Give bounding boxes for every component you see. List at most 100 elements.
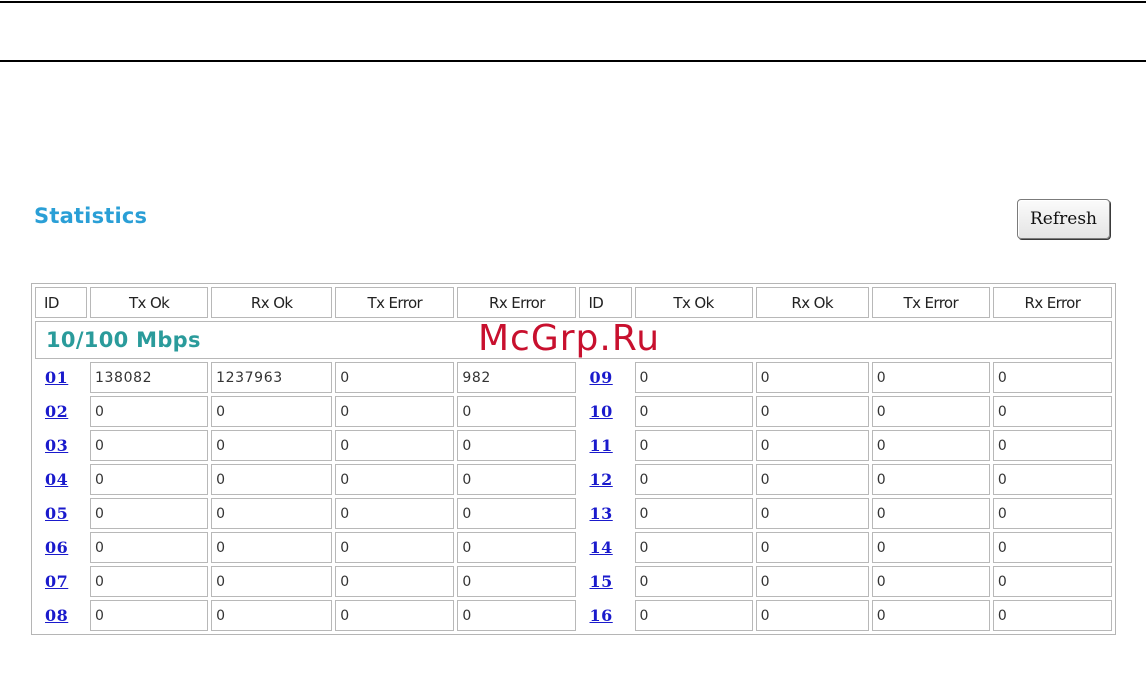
rx-error-cell: 0 <box>457 532 577 563</box>
rx-ok-cell: 0 <box>755 362 869 393</box>
rx-error-cell: 0 <box>992 362 1112 393</box>
tx-ok-cell: 0 <box>90 396 209 427</box>
port-link[interactable]: 16 <box>589 606 612 625</box>
port-link[interactable]: 06 <box>45 538 68 557</box>
port-link[interactable]: 01 <box>45 368 68 387</box>
port-link[interactable]: 02 <box>45 402 68 421</box>
rx-ok-cell: 0 <box>211 396 333 427</box>
rx-ok-cell: 1237963 <box>211 362 333 393</box>
rx-error-cell: 0 <box>992 532 1112 563</box>
rx-error-cell: 0 <box>992 396 1112 427</box>
rx-error-cell: 0 <box>992 430 1112 461</box>
rx-ok-cell: 0 <box>755 532 869 563</box>
column-header-rx-error: Rx Error <box>457 287 577 318</box>
rx-error-cell: 0 <box>457 396 577 427</box>
tx-error-cell: 0 <box>871 498 990 529</box>
tx-error-cell: 0 <box>335 430 455 461</box>
rx-error-cell: 0 <box>992 498 1112 529</box>
rx-ok-cell: 0 <box>211 532 333 563</box>
tx-error-cell: 0 <box>335 498 455 529</box>
rx-error-cell: 0 <box>457 566 577 597</box>
tx-ok-cell: 0 <box>634 498 753 529</box>
header-divider <box>0 60 1146 62</box>
column-header-tx-error: Tx Error <box>335 287 455 318</box>
port-id-cell: 05 <box>35 498 87 529</box>
port-link[interactable]: 07 <box>45 572 68 591</box>
tx-ok-cell: 0 <box>90 600 209 631</box>
rx-ok-cell: 0 <box>755 498 869 529</box>
tx-error-cell: 0 <box>871 600 990 631</box>
tx-error-cell: 0 <box>335 464 455 495</box>
tx-ok-cell: 0 <box>90 498 209 529</box>
table-header-row: ID Tx Ok Rx Ok Tx Error Rx Error ID Tx O… <box>35 287 1112 318</box>
port-link[interactable]: 03 <box>45 436 68 455</box>
rx-error-cell: 0 <box>457 600 577 631</box>
table-row: 02 0 0 0 0 10 0 0 0 0 <box>35 396 1112 427</box>
rx-ok-cell: 0 <box>755 600 869 631</box>
rx-ok-cell: 0 <box>755 396 869 427</box>
table-row: 04 0 0 0 0 12 0 0 0 0 <box>35 464 1112 495</box>
tx-ok-cell: 0 <box>90 532 209 563</box>
column-header-rx-ok: Rx Ok <box>211 287 333 318</box>
page-title: Statistics <box>34 204 148 228</box>
table-row: 03 0 0 0 0 11 0 0 0 0 <box>35 430 1112 461</box>
port-link[interactable]: 11 <box>589 436 612 455</box>
tx-error-cell: 0 <box>871 464 990 495</box>
column-header-rx-error: Rx Error <box>992 287 1112 318</box>
port-link[interactable]: 09 <box>589 368 612 387</box>
column-header-id: ID <box>579 287 632 318</box>
column-header-tx-ok: Tx Ok <box>90 287 209 318</box>
port-id-cell: 13 <box>579 498 631 529</box>
rx-error-cell: 0 <box>457 430 577 461</box>
port-id-cell: 02 <box>35 396 87 427</box>
port-id-cell: 09 <box>579 362 631 393</box>
tx-ok-cell: 0 <box>634 532 753 563</box>
tx-error-cell: 0 <box>335 566 455 597</box>
tx-ok-cell: 0 <box>634 430 753 461</box>
rx-ok-cell: 0 <box>755 464 869 495</box>
tx-error-cell: 0 <box>335 362 455 393</box>
port-id-cell: 11 <box>579 430 631 461</box>
refresh-button[interactable]: Refresh <box>1017 199 1110 239</box>
port-link[interactable]: 04 <box>45 470 68 489</box>
rx-error-cell: 982 <box>457 362 577 393</box>
port-link[interactable]: 08 <box>45 606 68 625</box>
tx-error-cell: 0 <box>335 532 455 563</box>
tx-ok-cell: 0 <box>634 566 753 597</box>
port-id-cell: 15 <box>579 566 631 597</box>
table-row: 07 0 0 0 0 15 0 0 0 0 <box>35 566 1112 597</box>
port-link[interactable]: 05 <box>45 504 68 523</box>
port-id-cell: 16 <box>579 600 631 631</box>
statistics-table: ID Tx Ok Rx Ok Tx Error Rx Error ID Tx O… <box>31 283 1116 635</box>
port-id-cell: 01 <box>35 362 87 393</box>
rx-ok-cell: 0 <box>211 600 333 631</box>
tx-ok-cell: 0 <box>634 396 753 427</box>
rx-error-cell: 0 <box>457 498 577 529</box>
tx-error-cell: 0 <box>871 396 990 427</box>
rx-ok-cell: 0 <box>211 566 333 597</box>
tx-error-cell: 0 <box>335 396 455 427</box>
column-header-id: ID <box>35 287 88 318</box>
port-link[interactable]: 15 <box>589 572 612 591</box>
tx-ok-cell: 0 <box>90 566 209 597</box>
rx-ok-cell: 0 <box>211 464 333 495</box>
port-id-cell: 12 <box>579 464 631 495</box>
rx-error-cell: 0 <box>457 464 577 495</box>
tx-ok-cell: 0 <box>634 464 753 495</box>
tx-error-cell: 0 <box>335 600 455 631</box>
tx-ok-cell: 0 <box>90 464 209 495</box>
section-row: 10/100 Mbps <box>35 321 1112 359</box>
port-link[interactable]: 13 <box>589 504 612 523</box>
port-link[interactable]: 14 <box>589 538 612 557</box>
rx-error-cell: 0 <box>992 600 1112 631</box>
column-header-rx-ok: Rx Ok <box>755 287 869 318</box>
port-id-cell: 06 <box>35 532 87 563</box>
port-id-cell: 10 <box>579 396 631 427</box>
table-row: 08 0 0 0 0 16 0 0 0 0 <box>35 600 1112 631</box>
port-link[interactable]: 10 <box>589 402 612 421</box>
rx-error-cell: 0 <box>992 566 1112 597</box>
tx-ok-cell: 0 <box>634 362 753 393</box>
port-id-cell: 14 <box>579 532 631 563</box>
tx-error-cell: 0 <box>871 430 990 461</box>
port-link[interactable]: 12 <box>589 470 612 489</box>
